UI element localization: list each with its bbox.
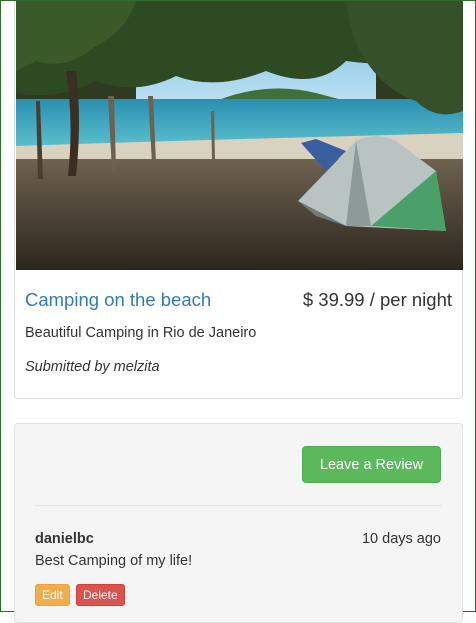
reviews-divider xyxy=(35,505,442,506)
review-text: Best Camping of my life! xyxy=(35,553,193,569)
campground-description: Beautiful Camping in Rio de Janeiro xyxy=(25,325,257,341)
reviews-panel: Leave a Review danielbc 10 days ago Best… xyxy=(14,423,463,623)
review-timestamp: 10 days ago xyxy=(361,531,441,547)
leave-review-button[interactable]: Leave a Review xyxy=(302,446,441,483)
campground-title-link[interactable]: Camping on the beach xyxy=(25,289,211,311)
submitted-by-label: Submitted by melzita xyxy=(25,359,160,375)
review-author: danielbc xyxy=(35,531,94,547)
campground-price: $ 39.99 / per night xyxy=(302,289,452,310)
delete-review-button[interactable]: Delete xyxy=(76,584,125,606)
edit-review-button[interactable]: Edit xyxy=(35,584,70,606)
campground-card: Camping on the beach $ 39.99 / per night… xyxy=(14,1,463,399)
campground-photo xyxy=(16,1,463,270)
